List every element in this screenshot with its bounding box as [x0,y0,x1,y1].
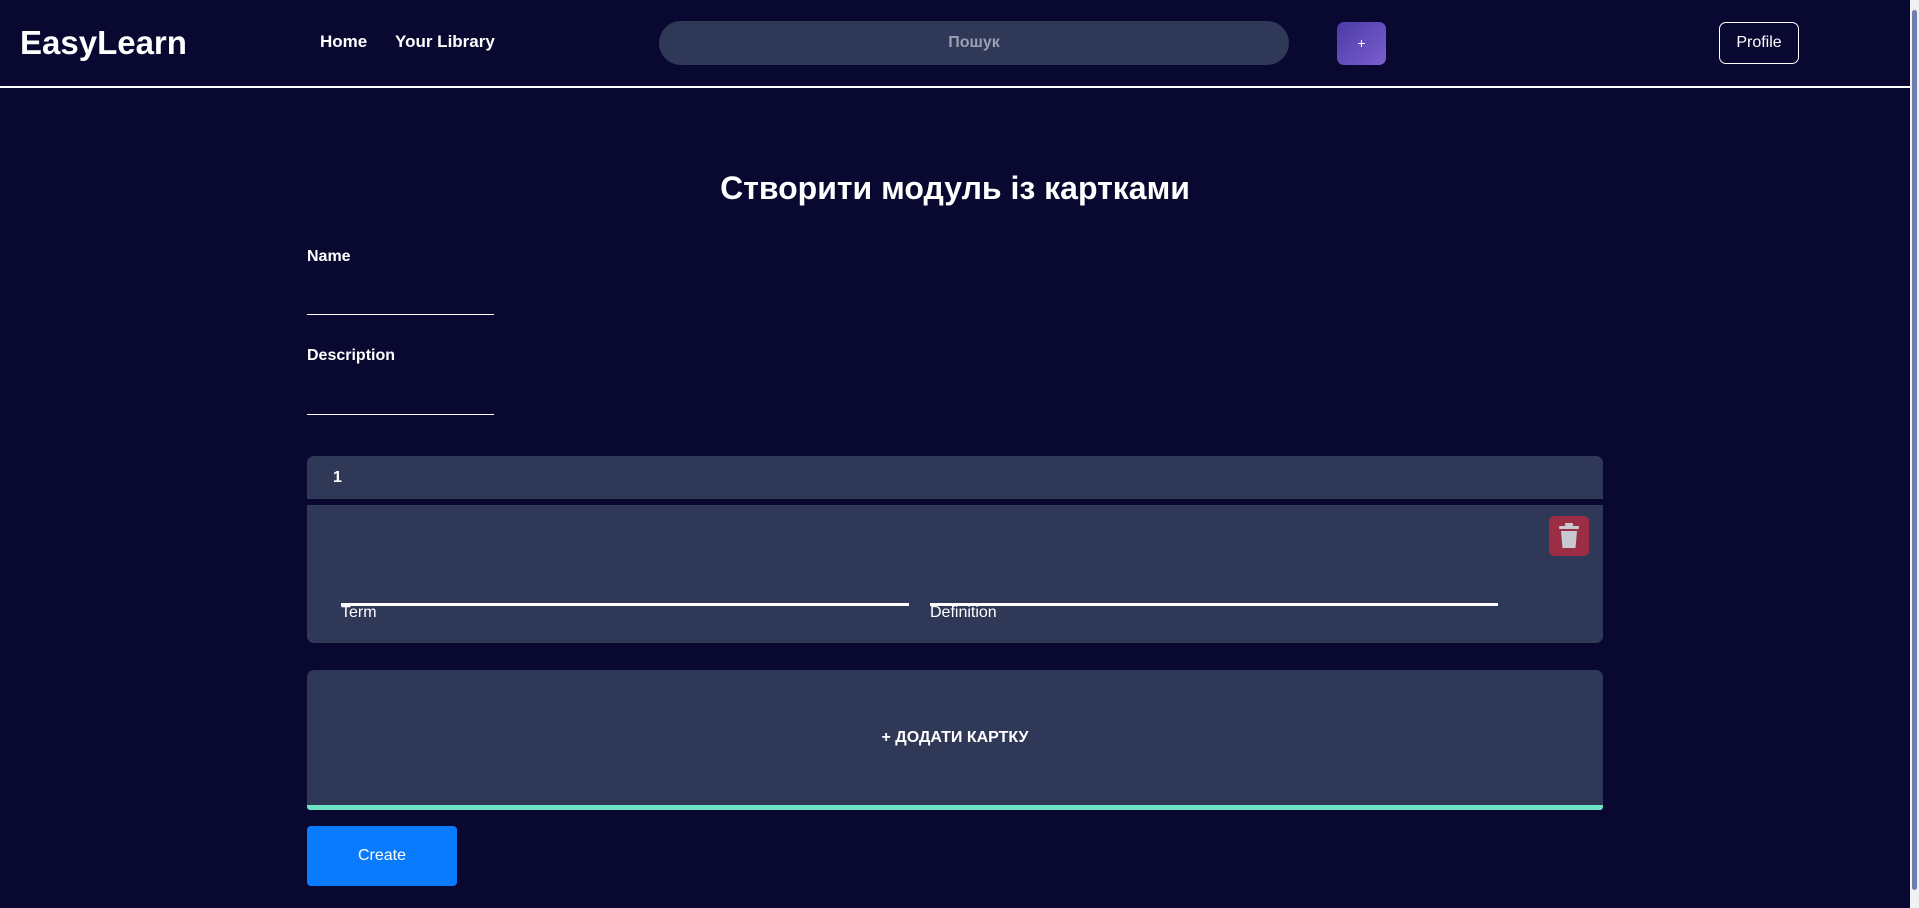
delete-card-button[interactable] [1549,516,1589,556]
add-card-button[interactable]: + ДОДАТИ КАРТКУ [307,670,1603,810]
vertical-scrollbar[interactable] [1910,0,1919,908]
trash-icon [1559,523,1579,548]
definition-label: Definition [930,604,997,621]
add-card-label: + ДОДАТИ КАРТКУ [881,729,1029,746]
name-input[interactable] [307,287,494,315]
scrollbar-thumb[interactable] [1912,10,1917,890]
page-title: Створити модуль із картками [720,170,1190,206]
card-body: Term Definition [307,505,1603,643]
create-button[interactable]: Create [307,826,457,886]
app-logo[interactable]: EasyLearn [20,24,187,62]
page: EasyLearn Home Your Library + Profile Ст… [0,0,1919,908]
card-number: 1 [333,469,342,486]
term-label: Term [341,604,377,621]
description-label: Description [307,347,396,364]
description-input[interactable] [307,387,494,415]
create-module-button[interactable]: + [1337,22,1386,65]
nav-home-link[interactable]: Home [320,32,367,52]
nav-library-link[interactable]: Your Library [395,32,495,52]
card-header: 1 [307,456,1603,499]
top-navbar: EasyLearn Home Your Library + Profile [0,0,1910,88]
term-input[interactable] [341,589,909,606]
search-input[interactable] [659,21,1289,65]
definition-input[interactable] [930,589,1498,606]
profile-button[interactable]: Profile [1719,22,1799,64]
name-label: Name [307,248,351,265]
